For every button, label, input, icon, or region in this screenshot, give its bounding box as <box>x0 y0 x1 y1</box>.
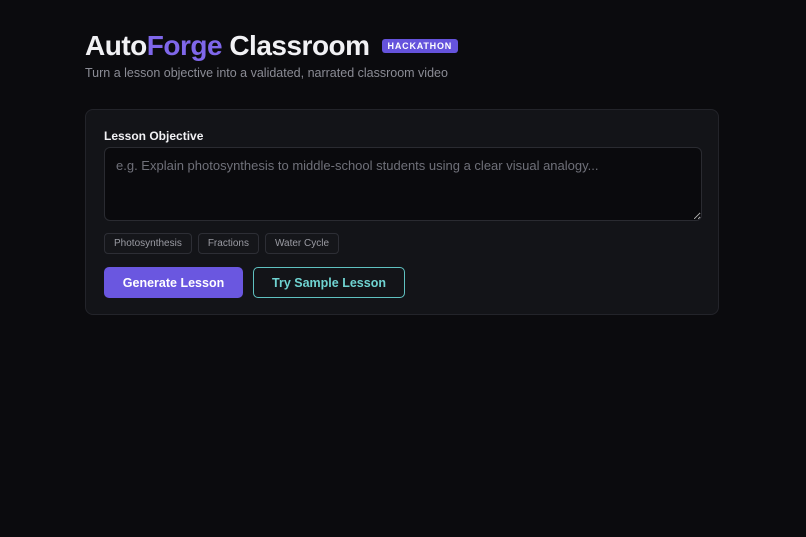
chip-photosynthesis[interactable]: Photosynthesis <box>104 233 192 254</box>
chip-fractions[interactable]: Fractions <box>197 233 259 254</box>
hackathon-badge: HACKATHON <box>381 39 459 53</box>
app-title: AutoForge Classroom <box>85 28 370 64</box>
page: AutoForge Classroom HACKATHON Turn a les… <box>0 0 806 537</box>
lesson-objective-input[interactable] <box>104 147 702 221</box>
example-chips: Photosynthesis Fractions Water Cycle <box>104 233 340 254</box>
title-accent: Forge <box>146 30 223 61</box>
lesson-form-card: Lesson Objective Photosynthesis Fraction… <box>85 109 719 315</box>
form-actions: Generate Lesson Try Sample Lesson <box>104 267 405 298</box>
subtitle: Turn a lesson objective into a validated… <box>85 66 448 80</box>
chip-water-cycle[interactable]: Water Cycle <box>264 233 340 254</box>
header: AutoForge Classroom HACKATHON Turn a les… <box>85 28 459 80</box>
generate-lesson-button[interactable]: Generate Lesson <box>104 267 243 298</box>
lesson-objective-label: Lesson Objective <box>104 129 204 143</box>
title-part-1: Auto <box>85 30 147 61</box>
title-row: AutoForge Classroom HACKATHON <box>85 28 459 64</box>
title-part-2: Classroom <box>222 30 370 61</box>
try-sample-lesson-button[interactable]: Try Sample Lesson <box>253 267 405 298</box>
